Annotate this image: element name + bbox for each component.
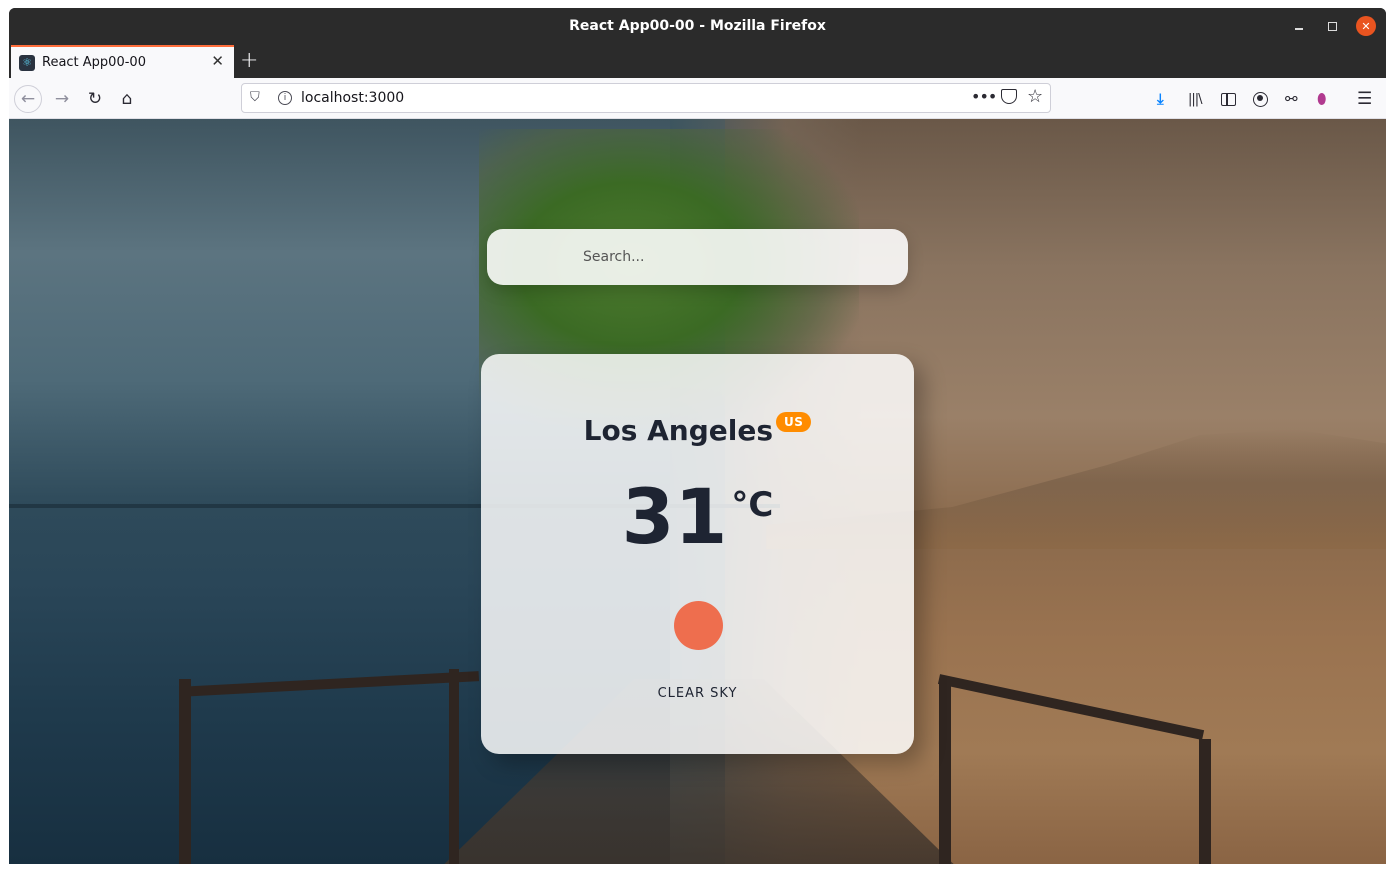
title-bar: React App00-00 - Mozilla Firefox ✕: [9, 8, 1386, 45]
tab-react-app[interactable]: ⚛ React App00-00 ✕: [11, 45, 234, 78]
pier-post: [179, 679, 191, 864]
minimize-button[interactable]: [1289, 16, 1309, 36]
temperature-value: 31: [621, 472, 728, 561]
pier-post: [449, 669, 459, 864]
back-arrow-icon: ←: [20, 89, 36, 109]
location-pin-icon[interactable]: ⬮: [1317, 89, 1326, 109]
account-icon[interactable]: [1253, 89, 1268, 109]
page-actions-icon[interactable]: •••: [971, 87, 997, 106]
maximize-button[interactable]: [1322, 16, 1342, 36]
back-button[interactable]: ←: [14, 85, 42, 113]
hamburger-menu-icon[interactable]: ☰: [1357, 89, 1372, 109]
pier-post: [1199, 739, 1211, 864]
tab-strip: ⚛ React App00-00 ✕ +: [9, 45, 1386, 78]
window-title: React App00-00 - Mozilla Firefox: [569, 18, 826, 34]
library-icon[interactable]: |||\: [1188, 89, 1202, 109]
close-window-button[interactable]: ✕: [1356, 16, 1376, 36]
country-badge: US: [776, 412, 812, 432]
temperature-unit: °C: [731, 485, 774, 525]
city-name: Los Angeles: [583, 414, 773, 447]
tab-close-icon[interactable]: ✕: [211, 52, 224, 70]
home-icon: ⌂: [121, 89, 133, 109]
weather-description: CLEAR SKY: [657, 686, 738, 701]
download-icon[interactable]: ⤓: [1157, 89, 1164, 109]
forward-button[interactable]: →: [48, 85, 76, 113]
react-favicon-icon: ⚛: [19, 54, 35, 71]
sidebar-icon[interactable]: [1221, 89, 1236, 109]
reload-button[interactable]: ↻: [81, 85, 109, 113]
home-button[interactable]: ⌂: [113, 85, 141, 113]
tab-label: React App00-00: [42, 55, 146, 70]
sun-icon: [674, 601, 723, 650]
search-input[interactable]: [487, 229, 908, 285]
close-icon: ✕: [1361, 19, 1371, 33]
url-text[interactable]: localhost:3000: [301, 90, 404, 106]
pier-post: [939, 679, 951, 864]
url-bar[interactable]: ⛉ i localhost:3000 ••• ☆: [241, 83, 1051, 113]
extension-icon[interactable]: ⚯: [1285, 89, 1298, 109]
navigation-bar: ← → ↻ ⌂ ⛉ i localhost:3000 ••• ☆ ⤓ |||\ …: [9, 78, 1386, 119]
tracking-protection-shield-icon[interactable]: ⛉: [250, 90, 260, 105]
weather-card: Los Angeles US 31 °C CLEAR SKY: [481, 354, 914, 754]
pocket-icon[interactable]: [1001, 89, 1017, 104]
page-viewport: Los Angeles US 31 °C CLEAR SKY: [9, 119, 1386, 864]
forward-arrow-icon: →: [54, 89, 70, 109]
new-tab-button[interactable]: +: [240, 48, 258, 73]
temperature-display: 31 °C: [481, 479, 914, 555]
maximize-icon: [1327, 21, 1337, 31]
plus-icon: +: [240, 48, 259, 73]
minimize-icon: [1295, 28, 1303, 30]
site-info-icon[interactable]: i: [278, 91, 292, 105]
bookmark-star-icon[interactable]: ☆: [1027, 86, 1043, 107]
browser-window: React App00-00 - Mozilla Firefox ✕ ⚛ Rea…: [9, 8, 1386, 864]
reload-icon: ↻: [87, 89, 103, 109]
city-heading: Los Angeles US: [481, 412, 914, 447]
